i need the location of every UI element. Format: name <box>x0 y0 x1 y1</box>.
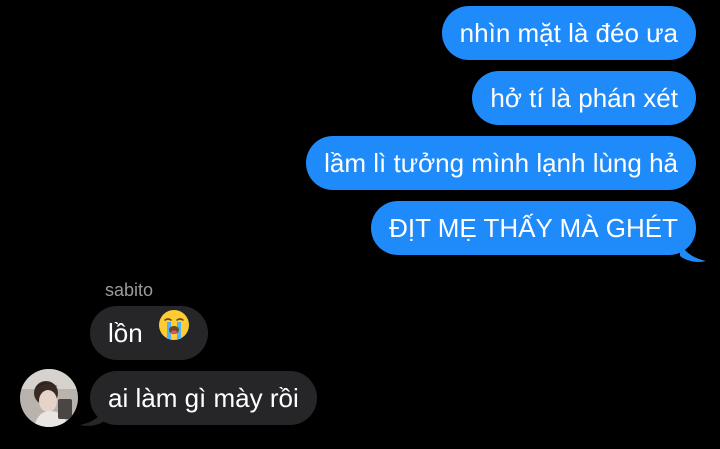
message-thread: nhìn mặt là đéo ưa hở tí là phán xét lầm… <box>0 0 720 449</box>
message-text: hở tí là phán xét <box>490 83 678 113</box>
message-text: ĐỊT MẸ THẤY MÀ GHÉT <box>389 213 678 243</box>
sent-bubble-tail <box>680 244 706 262</box>
sent-message[interactable]: lầm lì tưởng mình lạnh lùng hả <box>306 136 696 190</box>
message-text: lồn <box>108 318 143 348</box>
profile-photo-icon <box>20 369 78 427</box>
message-text: nhìn mặt là đéo ưa <box>459 18 678 48</box>
sent-message[interactable]: nhìn mặt là đéo ưa <box>441 6 696 60</box>
sent-message[interactable]: hở tí là phán xét <box>472 71 696 125</box>
received-message[interactable]: ai làm gì mày rồi <box>90 371 317 425</box>
loudly-crying-face-icon <box>158 305 190 359</box>
received-bubble-tail <box>80 408 106 426</box>
message-text: ai làm gì mày rồi <box>108 383 299 413</box>
sender-name: sabito <box>105 280 154 300</box>
sent-message[interactable]: ĐỊT MẸ THẤY MÀ GHÉT <box>371 201 696 255</box>
message-text: lầm lì tưởng mình lạnh lùng hả <box>324 148 678 178</box>
received-message[interactable]: lồn <box>90 306 208 360</box>
avatar[interactable] <box>20 369 78 427</box>
